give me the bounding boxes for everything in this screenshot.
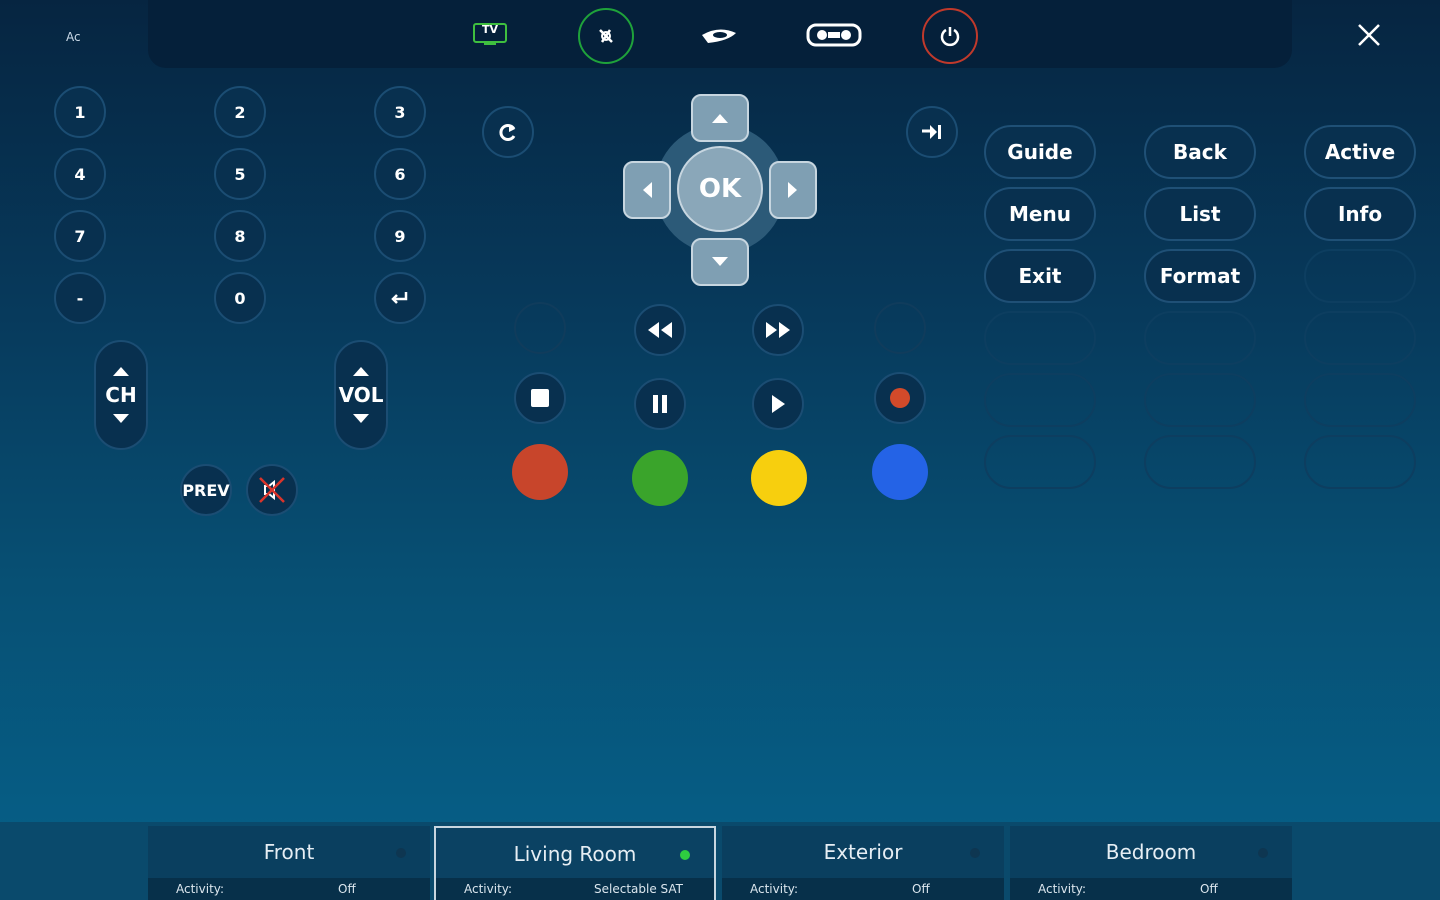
mute-icon [259, 477, 285, 503]
active-button[interactable]: Active [1304, 125, 1416, 179]
skip-forward-button[interactable] [906, 106, 958, 158]
stop-icon [531, 389, 549, 407]
channel-up-icon[interactable] [111, 365, 131, 377]
power-icon[interactable] [922, 8, 978, 64]
yellow-button[interactable] [751, 450, 807, 506]
exit-button[interactable]: Exit [984, 249, 1096, 303]
room-name: Exterior [823, 840, 903, 864]
numpad-9-button[interactable]: 9 [374, 210, 426, 262]
stop-button[interactable] [514, 372, 566, 424]
bluray-icon[interactable] [696, 18, 742, 52]
numpad-3-button[interactable]: 3 [374, 86, 426, 138]
empty-slot [874, 302, 926, 354]
room-status-dot [970, 848, 980, 858]
back-button[interactable]: Back [1144, 125, 1256, 179]
empty-pill-slot [984, 373, 1096, 427]
channel-down-icon[interactable] [111, 413, 131, 425]
empty-pill-slot [1304, 373, 1416, 427]
room-name: Bedroom [1105, 840, 1197, 864]
rewind-button[interactable] [634, 304, 686, 356]
dpad-left-button[interactable] [623, 161, 671, 219]
numpad-dash-button[interactable]: - [54, 272, 106, 324]
pause-icon [653, 395, 667, 413]
numpad-7-button[interactable]: 7 [54, 210, 106, 262]
enter-icon [391, 292, 408, 304]
room-status-dot [680, 850, 690, 860]
numpad-6-button[interactable]: 6 [374, 148, 426, 200]
dpad-ok-button[interactable]: OK [677, 146, 763, 232]
tv-icon[interactable]: TV [470, 20, 510, 48]
numpad-0-button[interactable]: 0 [214, 272, 266, 324]
numpad-2-button[interactable]: 2 [214, 86, 266, 138]
tv-label: TV [481, 23, 499, 36]
volume-up-icon[interactable] [351, 365, 371, 377]
empty-pill-slot [984, 311, 1096, 365]
replay-button[interactable] [482, 106, 534, 158]
numpad-1-button[interactable]: 1 [54, 86, 106, 138]
format-button[interactable]: Format [1144, 249, 1256, 303]
empty-pill-slot [1144, 435, 1256, 489]
room-tab-bedroom[interactable]: Bedroom Activity: Off [1010, 826, 1292, 900]
empty-pill-slot [1144, 373, 1256, 427]
empty-pill-slot [1304, 435, 1416, 489]
info-button[interactable]: Info [1304, 187, 1416, 241]
empty-pill-slot [984, 435, 1096, 489]
room-tab-exterior[interactable]: Exterior Activity: Off [722, 826, 1004, 900]
enter-button[interactable] [374, 272, 426, 324]
play-button[interactable] [752, 378, 804, 430]
channel-rocker[interactable]: CH [94, 340, 148, 450]
room-tab-front[interactable]: Front Activity: Off [148, 826, 430, 900]
list-button[interactable]: List [1144, 187, 1256, 241]
mute-button[interactable] [246, 464, 298, 516]
skip-forward-icon [922, 125, 941, 139]
room-activity: Activity: Off [1010, 878, 1292, 900]
room-activity: Activity: Off [148, 878, 430, 900]
vcr-icon[interactable] [804, 18, 864, 52]
volume-rocker[interactable]: VOL [334, 340, 388, 450]
fast-forward-icon [766, 322, 790, 338]
room-status-dot [1258, 848, 1268, 858]
arrow-down-icon [712, 257, 728, 266]
room-tab-living-room[interactable]: Living Room Activity: Selectable SAT [434, 826, 716, 900]
guide-button[interactable]: Guide [984, 125, 1096, 179]
room-status-dot [396, 848, 406, 858]
close-icon[interactable] [1350, 16, 1388, 54]
arrow-up-icon [712, 114, 728, 123]
play-icon [772, 395, 785, 413]
fast-forward-button[interactable] [752, 304, 804, 356]
prev-channel-button[interactable]: PREV [180, 464, 232, 516]
corner-label: Ac [66, 30, 81, 44]
room-activity: Activity: Off [722, 878, 1004, 900]
numpad-5-button[interactable]: 5 [214, 148, 266, 200]
empty-pill-slot [1144, 311, 1256, 365]
dpad-down-button[interactable] [691, 238, 749, 286]
empty-slot [514, 302, 566, 354]
volume-down-icon[interactable] [351, 413, 371, 425]
mute-satellite-icon[interactable] [578, 8, 634, 64]
green-button[interactable] [632, 450, 688, 506]
numpad-8-button[interactable]: 8 [214, 210, 266, 262]
arrow-left-icon [643, 182, 652, 198]
menu-button[interactable]: Menu [984, 187, 1096, 241]
empty-pill-slot [1304, 311, 1416, 365]
red-button[interactable] [512, 444, 568, 500]
arrow-right-icon [788, 182, 797, 198]
room-activity: Activity: Selectable SAT [436, 878, 714, 900]
record-button[interactable] [874, 372, 926, 424]
channel-label: CH [105, 383, 137, 407]
pause-button[interactable] [634, 378, 686, 430]
dpad-right-button[interactable] [769, 161, 817, 219]
room-name: Front [263, 840, 315, 864]
numpad-4-button[interactable]: 4 [54, 148, 106, 200]
empty-pill-slot [1304, 249, 1416, 303]
room-name: Living Room [513, 842, 637, 866]
blue-button[interactable] [872, 444, 928, 500]
dpad-up-button[interactable] [691, 94, 749, 142]
rewind-icon [648, 322, 672, 338]
record-icon [890, 388, 910, 408]
volume-label: VOL [338, 383, 384, 407]
replay-icon [499, 124, 516, 141]
